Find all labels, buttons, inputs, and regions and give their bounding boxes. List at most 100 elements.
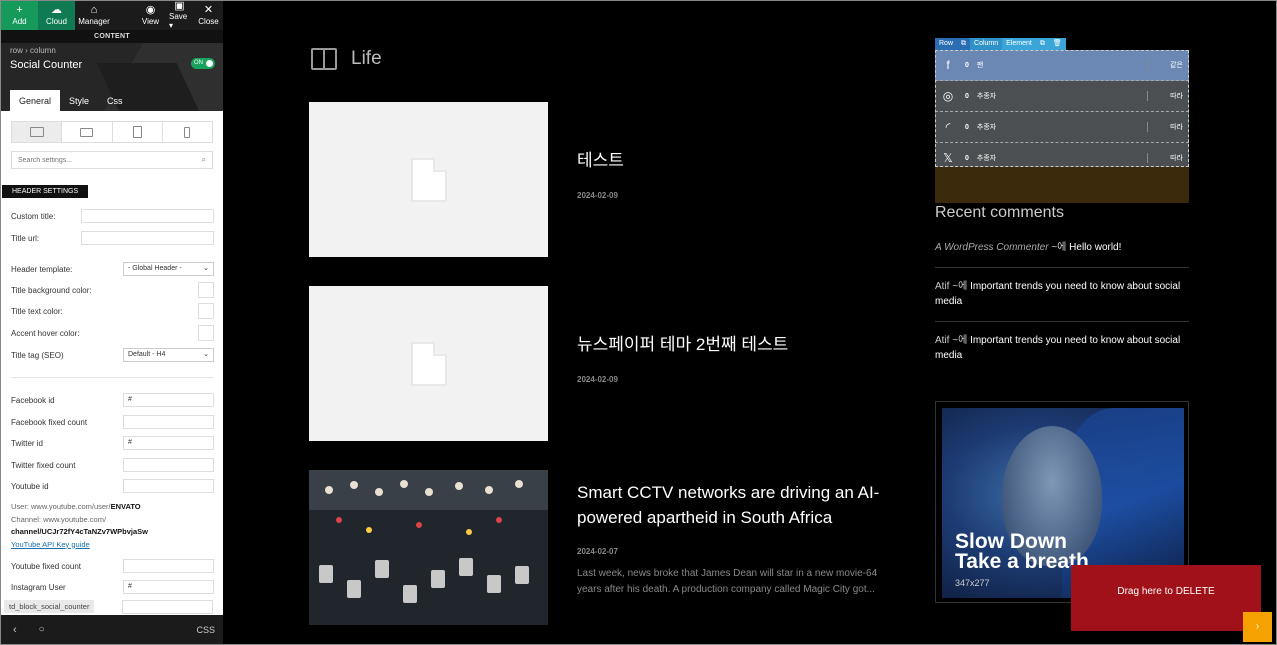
tablet-portrait-button[interactable] [113,122,163,142]
rss-icon: ◜ [945,120,951,134]
youtube-api-guide-link[interactable]: YouTube API Key guide [11,540,90,549]
panel-footer: ‹ ○ CSS [1,615,223,644]
comment-post-link[interactable]: Hello world! [1069,242,1121,253]
history-circle-icon[interactable]: ○ [39,624,45,635]
follow-button[interactable]: 따라 [1147,122,1183,132]
css-button[interactable]: CSS [196,625,215,635]
social-row-rss[interactable]: ◜ 0 추종자 따라 [935,112,1189,143]
eye-icon: ◉ [145,4,156,16]
scroll-top-button[interactable]: › [1243,612,1272,642]
twitter-id-row: Twitter id # [11,435,214,451]
drop-zone-bar [935,167,1189,203]
view-button[interactable]: ◉ View [136,1,165,30]
comment-author[interactable]: Atif [935,335,949,346]
facebook-fixed-input[interactable] [123,415,214,429]
youtube-fixed-input[interactable] [123,559,214,573]
settings-panel: + Add ☁ Cloud ⌂ Manager ◉ View ▣ Save ▾ ✕ Clos… [1,1,223,644]
tablet-landscape-button[interactable] [62,122,113,142]
youtube-help-note: User: www.youtube.com/user/ENVATO Channe… [11,502,148,549]
custom-title-row: Custom title: [11,208,214,224]
on-toggle[interactable]: ON [191,58,215,69]
add-button[interactable]: + Add [1,1,38,30]
back-arrow-icon[interactable]: ‹ [13,624,17,636]
social-row-facebook[interactable]: f 0 팬 같은 [935,50,1189,81]
twitter-id-input[interactable]: # [123,436,214,450]
x-icon: 𝕏 [943,151,953,165]
chevron-down-icon: ⌄ [203,265,209,272]
trash-icon[interactable]: 🗑 [1048,38,1066,50]
comment-author[interactable]: A WordPress Commenter [935,242,1049,253]
tab-css[interactable]: Css [98,90,132,111]
title-text-color-swatch[interactable] [198,303,214,319]
phone-button[interactable] [163,122,212,142]
plus-icon: + [16,4,23,16]
facebook-fixed-row: Facebook fixed count [11,414,214,430]
row-selector[interactable]: Row [935,38,958,50]
youtube-fixed-row: Youtube fixed count [11,558,214,574]
custom-title-input[interactable] [81,209,214,223]
twitter-fixed-input[interactable] [123,458,214,472]
tablet-landscape-icon [80,127,94,137]
manager-button[interactable]: ⌂ Manager [75,1,113,30]
content-label: CONTENT [1,30,223,43]
search-input[interactable] [12,152,212,168]
document-placeholder-icon [410,157,447,202]
shortcode-label: td_block_social_counter [4,600,95,613]
post-thumbnail-mixer[interactable] [309,470,548,625]
comment-item: A WordPress Commenter ~에 Hello world! [935,242,1122,253]
phone-icon [184,126,191,138]
next-field-input[interactable] [122,600,213,614]
element-clone-icon[interactable]: ⧉ [1035,38,1049,50]
divider [11,377,214,378]
instagram-user-input[interactable]: # [123,580,214,594]
post-thumbnail[interactable] [309,102,548,257]
top-toolbar: + Add ☁ Cloud ⌂ Manager ◉ View ▣ Save ▾ ✕ Clos… [1,1,223,30]
post-thumbnail[interactable] [309,286,548,441]
title-tag-select[interactable]: Default - H4 ⌄ [123,348,214,362]
delete-drop-zone[interactable]: Drag here to DELETE [1071,565,1261,631]
accent-hover-color-swatch[interactable] [198,325,214,341]
cloud-button[interactable]: ☁ Cloud [38,1,75,30]
column-selector[interactable]: Column [970,38,1003,50]
social-row-instagram[interactable]: ◎ 0 추종자 따라 [935,81,1189,112]
post-title[interactable]: 테스트 [577,148,887,173]
comment-post-link[interactable]: Important trends you need to know about … [935,335,1180,361]
post-date: 2024-02-09 [577,375,618,384]
title-bg-color-swatch[interactable] [198,282,214,298]
like-button[interactable]: 같은 [1147,60,1183,70]
header-template-select[interactable]: - Global Header - ⌄ [123,262,214,276]
row-clone-icon[interactable]: ⧉ [957,38,971,50]
tab-style[interactable]: Style [60,90,98,111]
post-title[interactable]: 뉴스페이퍼 테마 2번째 테스트 [577,332,887,357]
arrow-icon: › [1255,621,1260,632]
youtube-id-row: Youtube id [11,478,214,494]
title-url-input[interactable] [81,231,214,245]
twitter-fixed-row: Twitter fixed count [11,457,214,473]
follow-button[interactable]: 따라 [1147,91,1183,101]
post-title[interactable]: Smart CCTV networks are driving an AI-po… [577,480,887,530]
panel-title: Social Counter [10,59,83,71]
save-button[interactable]: ▣ Save ▾ [165,1,194,30]
panel-header: row › column Social Counter ON General S… [1,43,223,111]
comment-item: Atif ~에 Important trends you need to kno… [935,335,1181,361]
ad-size-label: 347x277 [955,578,990,588]
tablet-portrait-icon [132,126,142,138]
breadcrumb[interactable]: row › column [10,46,56,55]
close-button[interactable]: ✕ Close [194,1,223,30]
desktop-device-button[interactable] [12,122,63,142]
instagram-user-row: Instagram User # [11,579,214,595]
facebook-id-input[interactable]: # [123,393,214,407]
chevron-down-icon: ⌄ [203,351,209,358]
youtube-id-input[interactable] [123,479,214,493]
title-tag-row: Title tag (SEO) Default - H4 ⌄ [11,347,214,363]
cloud-icon: ☁ [51,4,62,16]
comment-author[interactable]: Atif [935,281,949,292]
comment-post-link[interactable]: Important trends you need to know about … [935,281,1180,307]
ad-headline: Slow Down Take a breath [955,530,1089,573]
mixer-image [309,470,548,625]
title-text-color-row: Title text color: [11,303,214,319]
social-counter-block[interactable]: f 0 팬 같은 ◎ 0 추종자 따라 ◜ 0 추종자 따라 𝕏 0 추종자 따… [935,50,1189,174]
element-selector[interactable]: Element [1002,38,1036,50]
follow-button[interactable]: 따라 [1147,153,1183,163]
tab-general[interactable]: General [10,90,61,111]
